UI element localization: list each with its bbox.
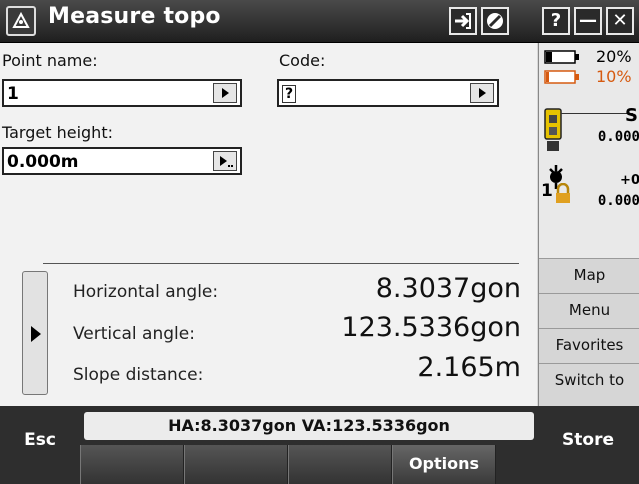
play-arrow-icon [31, 326, 41, 342]
target-value-2: 0.000 [597, 193, 639, 209]
battery-1-percent: 20% [596, 47, 632, 66]
minimize-button[interactable]: — [574, 7, 602, 35]
page-title: Measure topo [48, 4, 221, 29]
station-setup-button[interactable] [449, 7, 477, 35]
separator-line [43, 263, 519, 264]
horizontal-angle-value: 8.3037gon [375, 273, 521, 304]
target-height-field[interactable]: 0.000m [2, 147, 242, 175]
target-number: 1 [541, 181, 553, 201]
battery-status-2[interactable]: 10% [544, 67, 639, 87]
esc-button[interactable]: Esc [0, 430, 80, 450]
code-label: Code: [279, 51, 326, 70]
code-field[interactable]: ? [277, 79, 499, 107]
options-label: Options [408, 454, 480, 473]
survey-icon [12, 11, 30, 28]
instrument-value-1: 0.000 [597, 129, 639, 145]
arrow-more-icon [220, 156, 233, 167]
options-button[interactable]: Options [392, 445, 496, 484]
switch-to-button[interactable]: Switch to [539, 363, 639, 406]
target-height-picker[interactable] [213, 151, 237, 171]
point-name-field[interactable]: 1 [2, 79, 242, 107]
side-panel: 20% 10% S 0.000 1 +0 0.000 Map Menu Favo… [538, 43, 639, 406]
status-line: HA:8.3037gon VA:123.5336gon [84, 412, 534, 440]
battery-status-1[interactable]: 20% [544, 47, 639, 67]
target-height-value: 0.000m [7, 152, 79, 172]
softkey-2[interactable] [184, 445, 288, 484]
target-plus-label: +0 [620, 173, 639, 188]
target-height-label: Target height: [2, 123, 113, 142]
vertical-angle-label: Vertical angle: [73, 324, 195, 344]
menu-button[interactable]: Menu [539, 293, 639, 328]
battery-2-percent: 10% [596, 67, 632, 86]
vertical-angle-value: 123.5336gon [341, 312, 521, 343]
app-icon[interactable] [6, 6, 36, 36]
store-button[interactable]: Store [537, 430, 639, 450]
instrument-line [561, 113, 633, 114]
softkey-1[interactable] [80, 445, 184, 484]
expand-button[interactable] [22, 271, 48, 395]
point-name-label: Point name: [2, 51, 98, 70]
arrow-right-icon [222, 88, 229, 98]
point-name-value: 1 [7, 84, 19, 104]
no-prism-icon [487, 13, 503, 29]
softkey-3[interactable] [288, 445, 392, 484]
favorites-button[interactable]: Favorites [539, 328, 639, 363]
point-name-picker[interactable] [213, 83, 237, 103]
slope-distance-value: 2.165m [417, 352, 521, 383]
battery-icon [544, 50, 579, 64]
horizontal-angle-label: Horizontal angle: [73, 282, 219, 302]
code-value: ? [282, 85, 297, 103]
arrow-right-icon [479, 88, 486, 98]
main-form: Point name: 1 Code: ? Target height: 0.0… [0, 43, 537, 406]
login-arrow-icon [455, 13, 471, 29]
instrument-s-label: S [625, 105, 638, 126]
title-bar: Measure topo ? — ✕ [0, 0, 639, 43]
close-button[interactable]: ✕ [606, 7, 634, 35]
slope-distance-label: Slope distance: [73, 365, 204, 385]
battery-low-icon [544, 70, 579, 84]
lock-icon [556, 183, 570, 203]
code-picker[interactable] [470, 83, 494, 103]
tracking-button[interactable] [481, 7, 509, 35]
map-button[interactable]: Map [539, 258, 639, 293]
help-button[interactable]: ? [542, 7, 570, 35]
